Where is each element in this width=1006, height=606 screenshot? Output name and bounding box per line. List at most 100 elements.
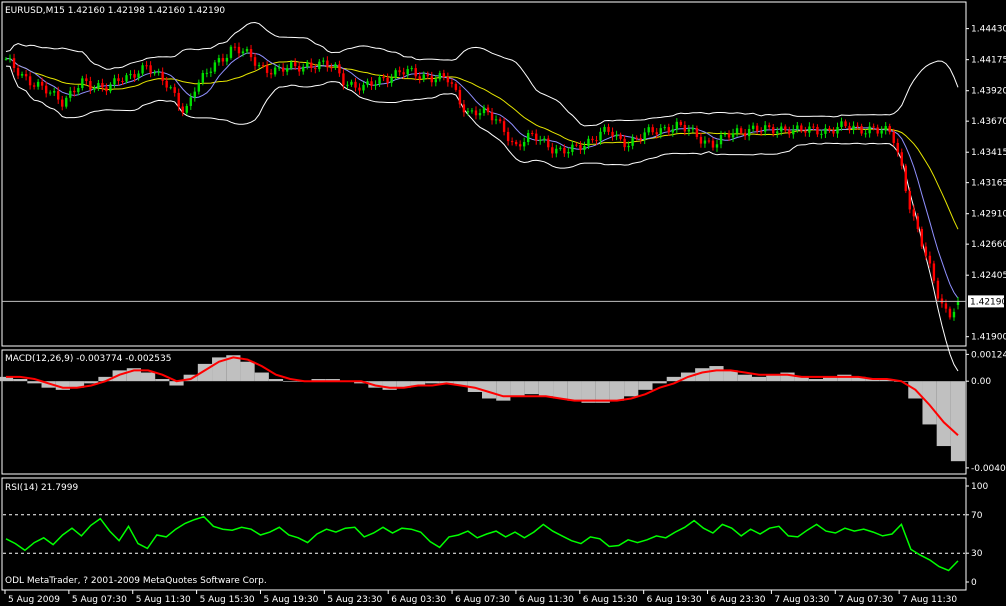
candle-body bbox=[85, 78, 88, 82]
candle-body bbox=[438, 73, 442, 80]
candle-body bbox=[655, 132, 658, 135]
candle-body bbox=[458, 89, 462, 105]
price-tick-label: 1.43415 bbox=[971, 148, 1006, 158]
candle-body bbox=[502, 121, 506, 132]
macd-bar bbox=[567, 381, 582, 401]
candle-body bbox=[623, 138, 626, 148]
time-tick-label: 7 Aug 07:30 bbox=[838, 595, 893, 605]
candle-body bbox=[884, 126, 887, 131]
candle-body bbox=[165, 80, 168, 88]
candle-body bbox=[294, 62, 297, 67]
candle-body bbox=[446, 76, 450, 83]
candle-body bbox=[289, 62, 293, 69]
candle-body bbox=[462, 104, 466, 113]
time-tick-label: 5 Aug 11:30 bbox=[136, 595, 191, 605]
macd-bar bbox=[709, 366, 724, 382]
candle-body bbox=[430, 76, 433, 83]
candle-body bbox=[816, 126, 819, 135]
candle-body bbox=[394, 70, 397, 78]
candle-body bbox=[896, 142, 899, 153]
time-tick-label: 5 Aug 23:30 bbox=[327, 595, 382, 605]
candle-body bbox=[145, 65, 148, 67]
candle-body bbox=[904, 165, 907, 192]
candle-body bbox=[699, 136, 703, 144]
candle-body bbox=[197, 82, 201, 92]
candle-body bbox=[89, 81, 92, 90]
macd-tick-label: 0.00 bbox=[971, 377, 991, 387]
candle-body bbox=[81, 78, 84, 89]
candle-body bbox=[759, 131, 763, 133]
candle-body bbox=[543, 138, 546, 141]
macd-bar bbox=[581, 381, 596, 403]
candle-body bbox=[346, 84, 349, 86]
rsi-tick-label: 70 bbox=[971, 511, 983, 521]
candle-body bbox=[8, 58, 12, 60]
candle-body bbox=[402, 72, 405, 75]
candle-body bbox=[390, 77, 393, 83]
candle-body bbox=[362, 84, 365, 91]
price-tick-label: 1.42910 bbox=[971, 210, 1006, 220]
price-panel-title: EURUSD,M15 1.42160 1.42198 1.42160 1.421… bbox=[5, 6, 225, 16]
candle-body bbox=[928, 255, 932, 264]
candle bbox=[229, 44, 233, 60]
macd-bar bbox=[268, 379, 284, 382]
candle-body bbox=[386, 77, 389, 83]
macd-bar bbox=[553, 381, 568, 399]
trading-chart: 1.44430 1.44175 1.43920 1.43670 1.43415 1.431… bbox=[0, 0, 1006, 606]
candle-body bbox=[16, 67, 20, 76]
candle-body bbox=[470, 110, 474, 112]
rsi-tick-label: 100 bbox=[971, 482, 988, 492]
candle-body bbox=[932, 263, 936, 281]
candle-body bbox=[679, 121, 683, 126]
candle-body bbox=[579, 144, 582, 151]
candle-body bbox=[631, 137, 634, 146]
candle-body bbox=[310, 62, 313, 68]
candle-body bbox=[53, 91, 56, 93]
candle-body bbox=[848, 126, 851, 130]
candle-body bbox=[482, 107, 486, 114]
candle-body bbox=[599, 131, 602, 141]
candle-body bbox=[908, 191, 911, 210]
candle-body bbox=[868, 126, 871, 134]
candle-body bbox=[591, 138, 594, 141]
candle-body bbox=[494, 119, 498, 121]
price-tick-label: 1.44430 bbox=[971, 25, 1006, 35]
candle-body bbox=[358, 87, 361, 91]
candle-body bbox=[526, 133, 530, 143]
candle-body bbox=[277, 67, 281, 69]
candle-body bbox=[117, 78, 120, 82]
candle-body bbox=[635, 137, 638, 139]
candle-body bbox=[916, 216, 920, 230]
candle-body bbox=[161, 71, 164, 81]
candle-body bbox=[824, 128, 827, 134]
candle-body bbox=[956, 301, 960, 306]
candle-body bbox=[478, 113, 482, 116]
candle-body bbox=[784, 126, 787, 131]
candle-body bbox=[647, 127, 650, 133]
candle-body bbox=[185, 105, 188, 113]
time-tick-label: 5 Aug 19:30 bbox=[263, 595, 318, 605]
candle-body bbox=[326, 60, 329, 68]
candle-body bbox=[334, 64, 337, 68]
candle-body bbox=[808, 126, 811, 133]
candle-body bbox=[486, 107, 490, 113]
candle-body bbox=[253, 57, 257, 66]
candle-body bbox=[731, 133, 735, 138]
candle-body bbox=[285, 68, 289, 72]
candle-body bbox=[93, 87, 96, 90]
candle-body bbox=[595, 140, 598, 142]
macd-bar bbox=[13, 379, 28, 382]
macd-bar bbox=[425, 381, 440, 384]
candle-body bbox=[338, 64, 341, 74]
candle-body bbox=[406, 69, 409, 75]
candle-body bbox=[44, 85, 48, 94]
candle-body bbox=[663, 127, 666, 129]
copyright-text: ODL MetaTrader, ? 2001-2009 MetaQuotes S… bbox=[5, 576, 267, 586]
time-tick-label: 6 Aug 11:30 bbox=[519, 595, 574, 605]
candle-body bbox=[245, 49, 249, 52]
candle-body bbox=[434, 79, 438, 83]
candle-body bbox=[876, 127, 879, 134]
candle-body bbox=[804, 130, 807, 133]
price-tick-label: 1.42660 bbox=[971, 240, 1006, 250]
candle-body bbox=[535, 133, 538, 141]
